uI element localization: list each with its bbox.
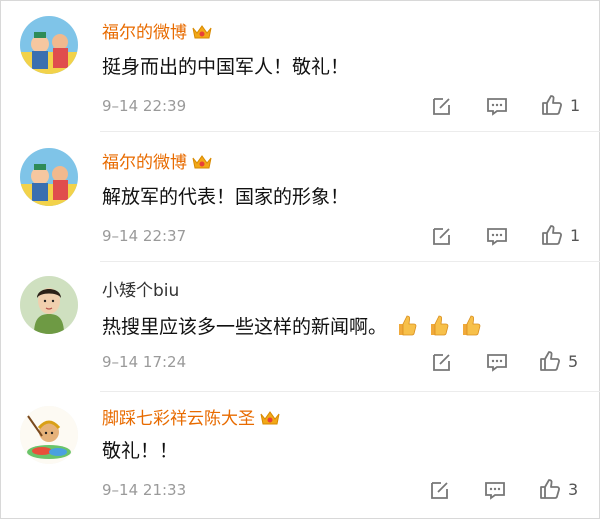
username[interactable]: 脚踩七彩祥云陈大圣: [102, 408, 281, 430]
comment-text: 敬礼！！: [102, 440, 179, 462]
avatar-image: [20, 276, 78, 334]
edit-button[interactable]: [428, 478, 452, 502]
edit-icon: [433, 98, 450, 115]
crown-icon: [192, 155, 212, 169]
avatar-image: [20, 406, 78, 464]
like-count: 5: [568, 352, 579, 371]
thumbs-up-icon: [540, 351, 560, 371]
comment-icon: [485, 482, 505, 500]
edit-icon: [433, 354, 450, 371]
comment-item: 小矮个biu 热搜里应该多一些这样的新闻啊。 9–14 17:24 5: [0, 262, 600, 390]
avatar[interactable]: [20, 16, 78, 74]
thumbs-up-emoji: [463, 315, 481, 336]
timestamp: 9–14 22:37: [102, 227, 187, 245]
like-button[interactable]: [538, 477, 562, 501]
crown-icon: [260, 411, 280, 425]
like-count: 1: [570, 96, 581, 115]
comment-icon: [487, 354, 507, 372]
timestamp: 9–14 17:24: [102, 353, 187, 371]
thumbs-up-emoji: [431, 315, 449, 336]
avatar-image: [20, 148, 78, 206]
like-button[interactable]: [540, 93, 564, 117]
edit-button[interactable]: [430, 350, 454, 374]
like-count: 3: [568, 480, 579, 499]
timestamp: 9–14 22:39: [102, 97, 187, 115]
comment-item: 福尔的微博 挺身而出的中国军人！敬礼！ 9–14 22:39 1: [0, 0, 600, 130]
reply-button[interactable]: [483, 478, 507, 502]
reply-button[interactable]: [485, 94, 509, 118]
username[interactable]: 福尔的微博: [102, 22, 213, 44]
reply-button[interactable]: [485, 350, 509, 374]
comment-text: 解放军的代表！国家的形象！: [102, 186, 350, 208]
reply-button[interactable]: [485, 224, 509, 248]
edit-icon: [433, 228, 450, 245]
comment-item: 脚踩七彩祥云陈大圣 敬礼！！ 9–14 21:33 3: [0, 392, 600, 519]
like-button[interactable]: [538, 349, 562, 373]
comment-text: 热搜里应该多一些这样的新闻啊。: [102, 312, 483, 340]
comment-text: 挺身而出的中国军人！敬礼！: [102, 56, 350, 78]
like-button[interactable]: [540, 223, 564, 247]
like-count: 1: [570, 226, 581, 245]
crown-icon: [192, 25, 212, 39]
edit-icon: [431, 482, 448, 499]
avatar-image: [20, 16, 78, 74]
edit-button[interactable]: [430, 94, 454, 118]
username[interactable]: 福尔的微博: [102, 152, 213, 174]
edit-button[interactable]: [430, 224, 454, 248]
avatar[interactable]: [20, 148, 78, 206]
avatar[interactable]: [20, 276, 78, 334]
thumbs-up-icon: [542, 225, 562, 245]
comment-icon: [487, 228, 507, 246]
thumbs-up-emoji: [399, 315, 417, 336]
comment-icon: [487, 98, 507, 116]
username[interactable]: 小矮个biu: [102, 280, 179, 302]
avatar[interactable]: [20, 406, 78, 464]
comment-item: 福尔的微博 解放军的代表！国家的形象！ 9–14 22:37 1: [0, 132, 600, 260]
thumbs-up-icon: [540, 479, 560, 499]
thumbs-up-icon: [542, 95, 562, 115]
timestamp: 9–14 21:33: [102, 481, 187, 499]
